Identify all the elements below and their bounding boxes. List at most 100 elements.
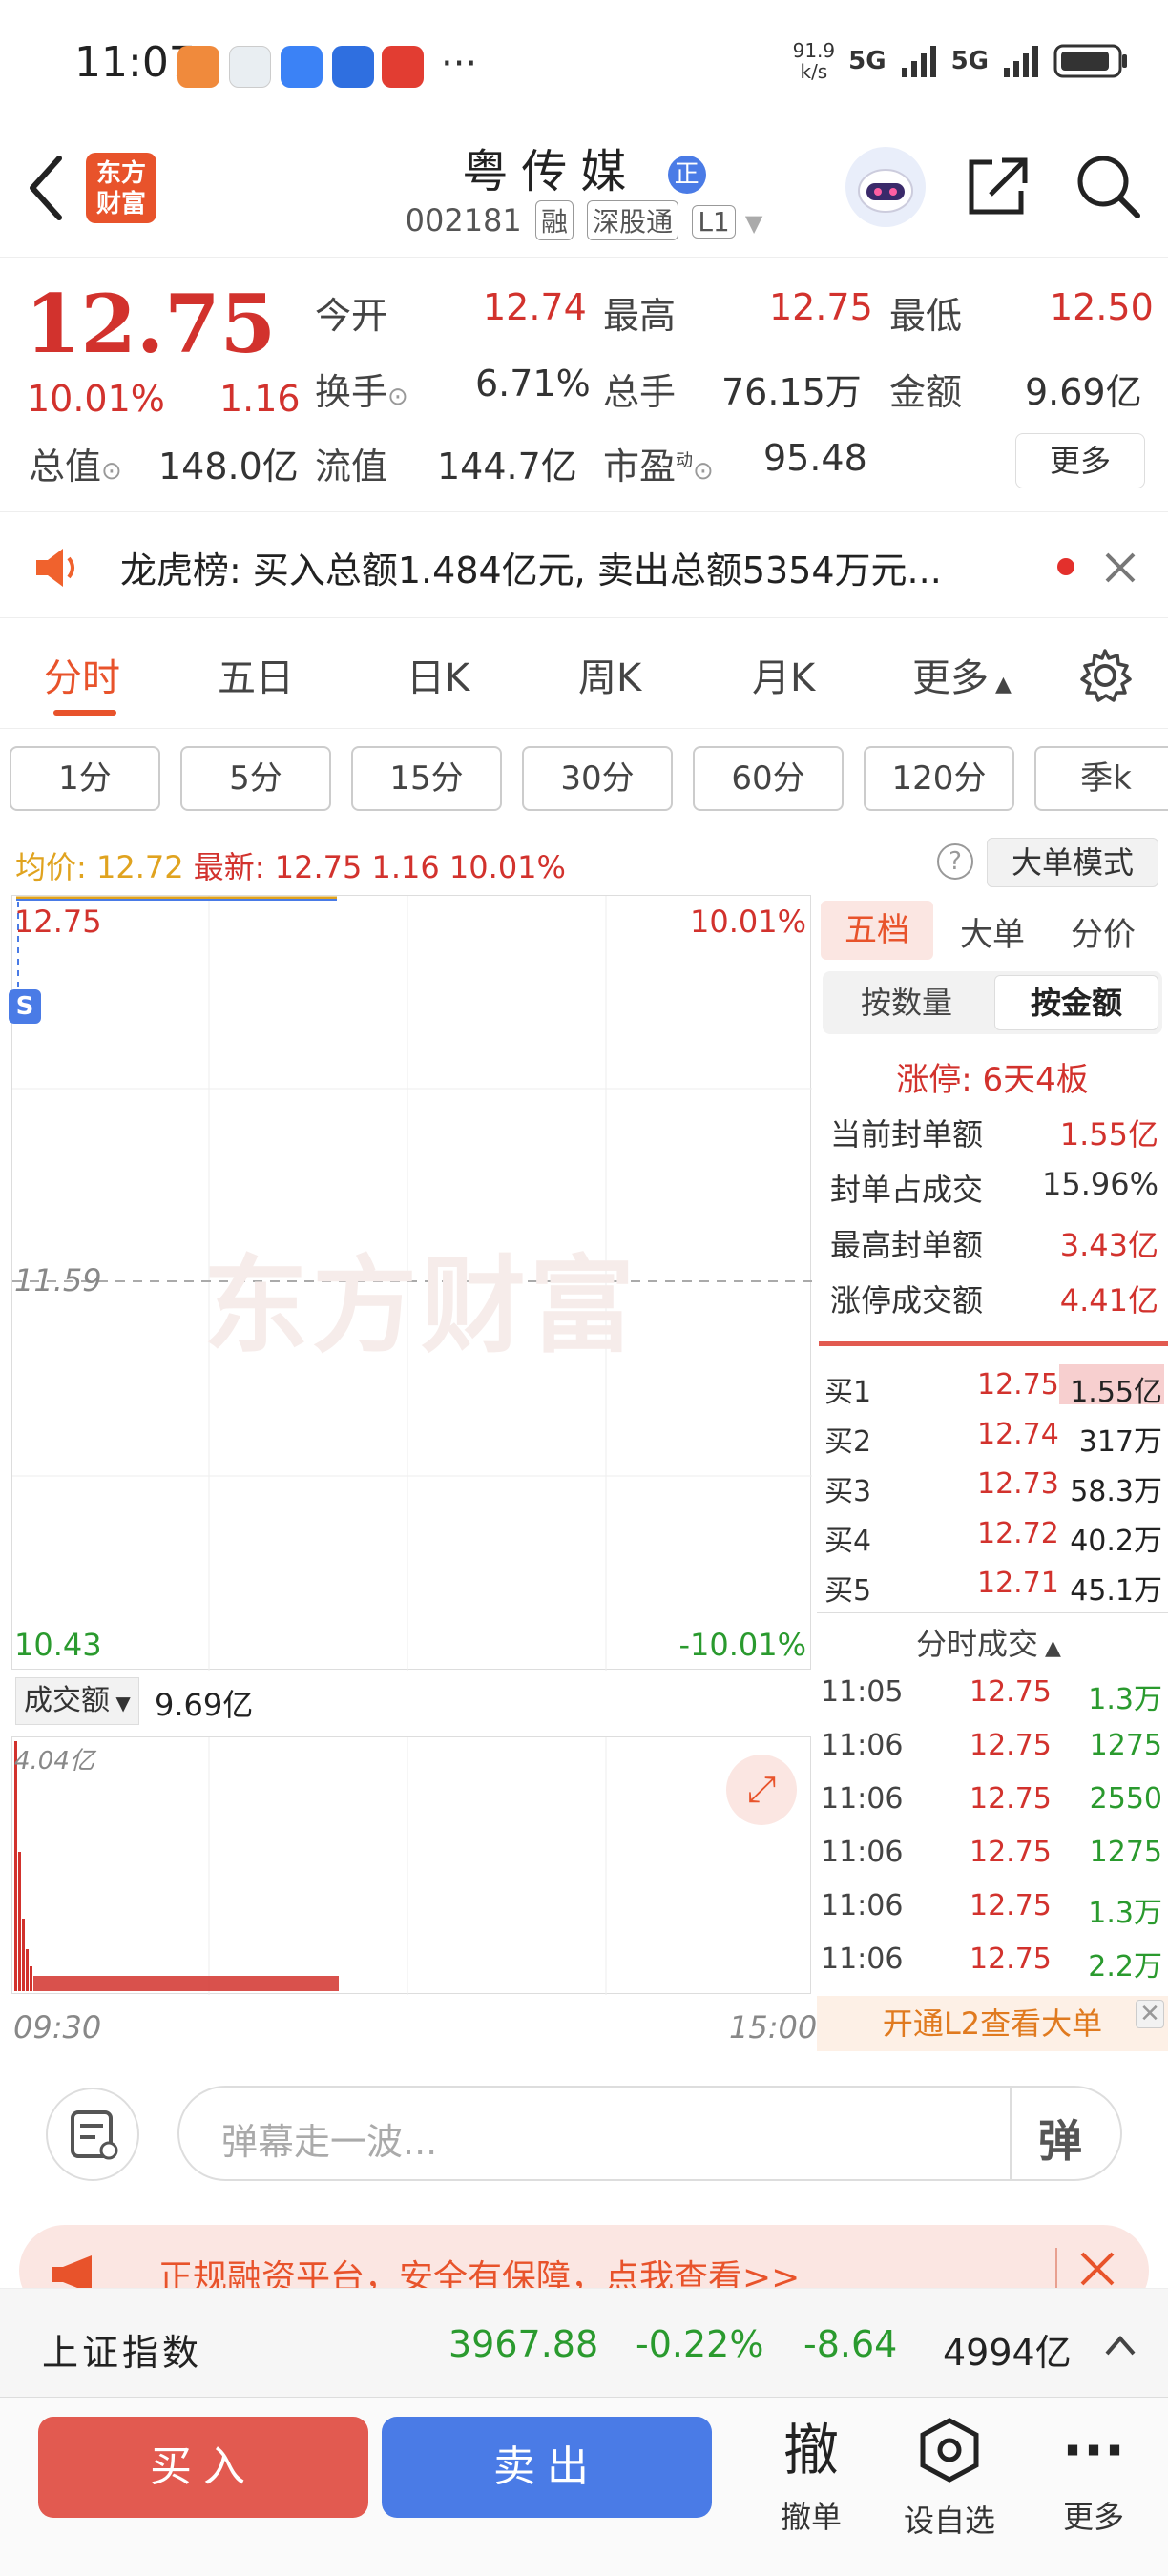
danmu-toggle-button[interactable]: 弹 xyxy=(1038,2107,1082,2170)
l2-upgrade-banner[interactable]: 开通L2查看大单 ✕ xyxy=(817,1996,1168,2051)
tab-level5[interactable]: 五档 xyxy=(821,901,933,960)
quote-panel: 12.75 10.01% 1.16 今开 12.74 最高 12.75 最低 1… xyxy=(0,258,1168,508)
robot-assistant-icon[interactable] xyxy=(845,147,926,227)
change-amount: 1.16 xyxy=(219,378,301,420)
bid-label: 买2 xyxy=(824,1425,872,1459)
period-1min[interactable]: 1分 xyxy=(10,746,160,811)
tick-time: 11:06 xyxy=(821,1836,904,1869)
price-info-text: 均价: 12.72 最新: 12.75 1.16 10.01% xyxy=(15,843,566,887)
volume-label: 总手 xyxy=(603,371,677,413)
volume-value: 76.15万 xyxy=(721,371,862,413)
more-actions-label: 更多 xyxy=(1062,2499,1124,2535)
mktcap-label[interactable]: 总值⊙ xyxy=(29,437,122,489)
intraday-chart[interactable]: 东方财富 12.75 10.01% 11.59 10.43 -10.01% S xyxy=(9,895,812,1671)
volume-type-label: 成交额 xyxy=(24,1684,110,1717)
bid-volume: 45.1万 xyxy=(1070,1574,1162,1608)
tick-time: 11:06 xyxy=(821,1729,904,1762)
tab-intraday[interactable]: 分时 xyxy=(44,647,120,702)
bid-price: 12.74 xyxy=(977,1418,1059,1451)
chevron-up-icon[interactable] xyxy=(1103,2331,1137,2359)
sub-tab-group: 按数量 按金额 xyxy=(823,971,1162,1034)
chevron-down-icon[interactable]: ▼ xyxy=(745,210,762,237)
ticks-title[interactable]: 分时成交 ▲ xyxy=(916,1620,1061,1664)
search-icon[interactable] xyxy=(1073,151,1141,219)
close-icon[interactable] xyxy=(1076,2248,1118,2290)
tab-daily-k[interactable]: 日K xyxy=(407,647,469,702)
triangle-up-icon: ▲ xyxy=(989,673,1012,696)
close-icon[interactable]: ✕ xyxy=(1136,2000,1164,2028)
signal-bars-icon xyxy=(1004,46,1038,77)
expand-icon[interactable]: ⤢ xyxy=(726,1755,797,1825)
chart-tabs: 分时 五日 日K 周K 月K 更多 ▲ xyxy=(0,620,1168,729)
volume-divider xyxy=(11,1996,811,1997)
period-60min[interactable]: 60分 xyxy=(693,746,844,811)
turnover-value: 6.71% xyxy=(475,363,591,405)
axis-bottom-price: 10.43 xyxy=(14,1627,102,1663)
period-quarter-k[interactable]: 季k xyxy=(1034,746,1168,811)
period-120min[interactable]: 120分 xyxy=(864,746,1014,811)
tab-more[interactable]: 更多 ▲ xyxy=(912,647,1012,702)
add-watchlist-button[interactable]: 设自选 xyxy=(887,2417,1012,2541)
period-5min[interactable]: 5分 xyxy=(180,746,331,811)
volume-type-dropdown[interactable]: 成交额 ▼ xyxy=(15,1677,139,1725)
battery-icon xyxy=(1053,44,1127,78)
pe-label[interactable]: 市盈动⊙ xyxy=(603,437,714,489)
l2-upgrade-text: 开通L2查看大单 xyxy=(882,2005,1103,2042)
notification-car-icon xyxy=(332,46,374,88)
more-actions-button[interactable]: ··· 更多 xyxy=(1036,2417,1151,2537)
mktcap-label-text: 总值 xyxy=(29,446,102,488)
tab-price-dist[interactable]: 分价 xyxy=(1071,908,1136,955)
help-icon[interactable]: ? xyxy=(937,843,973,880)
bid-volume: 317万 xyxy=(1078,1425,1162,1459)
settings-gear-icon[interactable] xyxy=(1076,647,1134,704)
more-button[interactable]: 更多 xyxy=(1015,433,1145,488)
chevron-down-icon: ▼ xyxy=(110,1692,131,1714)
info-icon[interactable]: ⊙ xyxy=(387,383,408,411)
tab-big-orders[interactable]: 大单 xyxy=(960,908,1025,955)
cancel-order-button[interactable]: 撤 撤单 xyxy=(763,2417,859,2537)
tab-five-day[interactable]: 五日 xyxy=(218,647,294,702)
notice-bar[interactable]: 龙虎榜: 买入总额1.484亿元, 卖出总额5354万元... xyxy=(0,511,1168,618)
tab-by-amount[interactable]: 按金额 xyxy=(994,975,1158,1030)
tick-volume: 1275 xyxy=(1089,1836,1162,1869)
stock-code: 002181 xyxy=(405,202,522,239)
tab-by-quantity[interactable]: 按数量 xyxy=(823,971,991,1034)
turnover-label[interactable]: 换手⊙ xyxy=(315,363,408,415)
period-30min[interactable]: 30分 xyxy=(522,746,673,811)
bid-label: 买3 xyxy=(824,1475,872,1508)
tab-more-label: 更多 xyxy=(912,656,989,700)
volume-total: 9.69亿 xyxy=(155,1687,254,1723)
tab-weekly-k[interactable]: 周K xyxy=(578,647,641,702)
open-label: 今开 xyxy=(315,295,388,337)
bid-label: 买5 xyxy=(824,1574,872,1608)
big-order-mode-button[interactable]: 大单模式 xyxy=(987,838,1158,887)
danmu-settings-icon[interactable] xyxy=(46,2088,139,2181)
close-icon[interactable] xyxy=(1103,551,1137,585)
unread-dot-icon xyxy=(1057,558,1074,575)
buy-button[interactable]: 买入 xyxy=(38,2417,368,2518)
price-info-line: 均价: 12.72 最新: 12.75 1.16 10.01% ? 大单模式 xyxy=(0,832,1168,893)
float-label: 流值 xyxy=(315,446,388,488)
tag-level[interactable]: L1 xyxy=(692,205,736,239)
share-icon[interactable] xyxy=(964,153,1031,219)
period-15min[interactable]: 15分 xyxy=(351,746,502,811)
sell-button[interactable]: 卖出 xyxy=(382,2417,712,2518)
info-icon[interactable]: ⊙ xyxy=(101,457,122,486)
cancel-order-label: 撤单 xyxy=(780,2499,842,2535)
signal-s-badge[interactable]: S xyxy=(9,989,41,1024)
tab-monthly-k[interactable]: 月K xyxy=(752,647,815,702)
more-dots-icon: ··· xyxy=(1061,2418,1126,2483)
info-icon[interactable]: ⊙ xyxy=(693,457,714,486)
volume-max-label: 4.04亿 xyxy=(14,1747,94,1776)
signal-bars-icon xyxy=(901,46,936,77)
axis-top-price: 12.75 xyxy=(14,904,102,940)
pe-superscript: 动 xyxy=(676,450,694,471)
danmu-bar: 弹幕走一波... 弹 xyxy=(0,2061,1168,2204)
divider xyxy=(1010,2088,1012,2179)
tick-time: 11:06 xyxy=(821,1942,904,1976)
volume-chart[interactable]: 4.04亿 ⤢ xyxy=(11,1736,811,1995)
danmu-input[interactable]: 弹幕走一波... 弹 xyxy=(177,2086,1122,2181)
index-ticker-bar[interactable]: 上证指数 3967.88 -0.22% -8.64 4994亿 xyxy=(0,2288,1168,2397)
add-watchlist-label: 设自选 xyxy=(903,2503,995,2539)
avg-label: 均价: xyxy=(15,849,87,885)
